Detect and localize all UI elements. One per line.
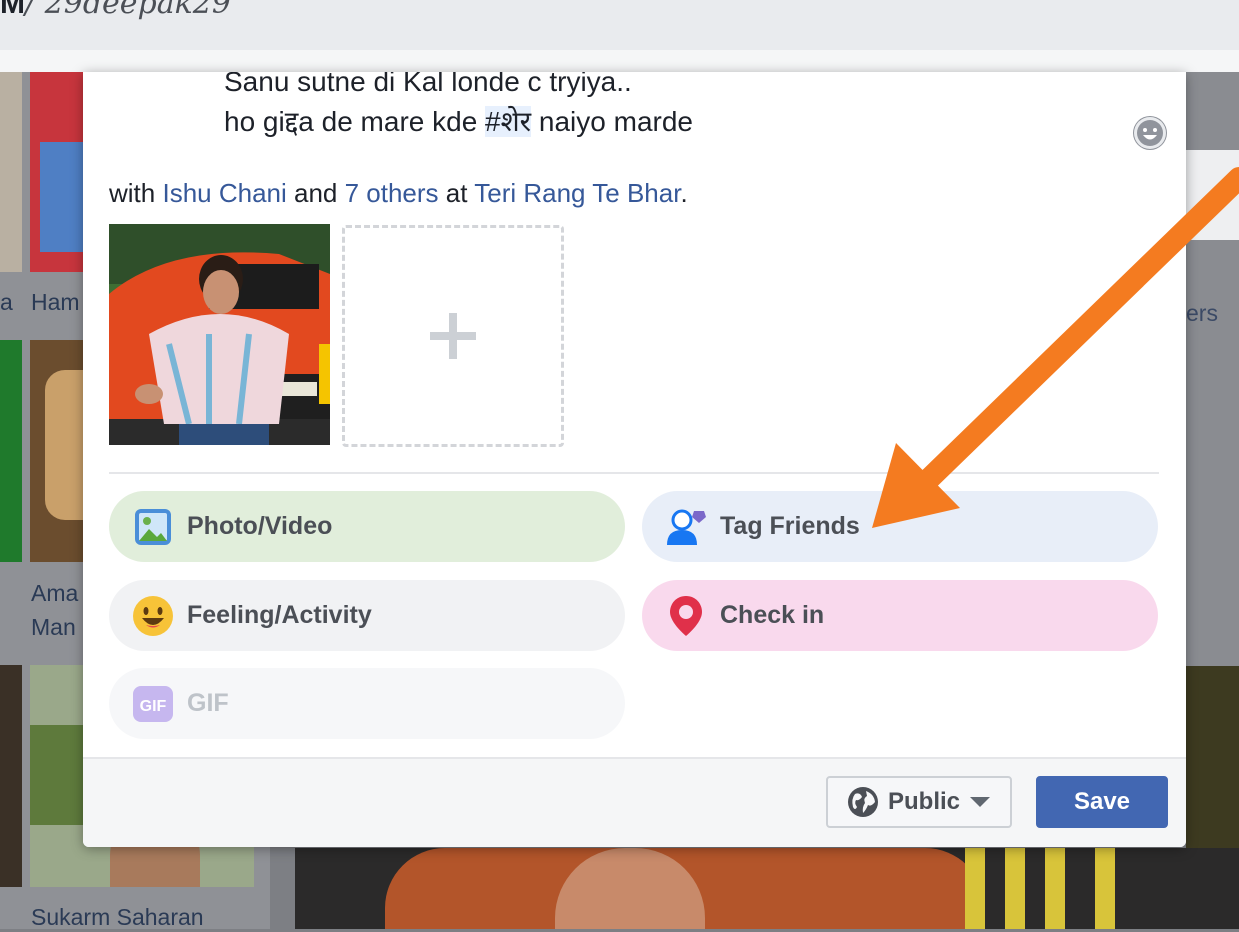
feeling-activity-label: Feeling/Activity — [187, 601, 372, 629]
post-line-1: Sanu sutne di Kal londe c tryiya.. — [224, 72, 632, 97]
friend-name[interactable]: Ama — [31, 578, 78, 608]
gif-label: GIF — [187, 689, 229, 717]
friend-name[interactable]: Man — [31, 612, 76, 642]
tagged-with-line: with Ishu Chani and 7 others at Teri Ran… — [109, 178, 688, 209]
tagged-friend-link[interactable]: Ishu Chani — [162, 178, 286, 208]
post-text-area[interactable]: Sanu sutne di Kal londe c tryiya.. ho gi… — [224, 72, 693, 142]
svg-text:GIF: GIF — [140, 698, 167, 715]
smiley-icon[interactable] — [1133, 116, 1167, 150]
privacy-selector[interactable]: Public — [826, 776, 1012, 828]
background-right-column: ers C — [1186, 72, 1239, 929]
tag-friends-button[interactable]: Tag Friends — [642, 491, 1158, 562]
friends-label: ers — [1186, 300, 1218, 326]
check-in-button[interactable]: Check in — [642, 580, 1158, 651]
end-punct: . — [680, 178, 688, 208]
friend-photo — [0, 665, 22, 887]
friend-photo — [30, 72, 85, 272]
location-pin-icon — [664, 594, 708, 638]
others-link[interactable]: 7 others — [345, 178, 439, 208]
top-bar-spacer — [0, 50, 1239, 72]
dialog-footer: Public Save — [83, 757, 1186, 847]
feeling-emoji-icon — [131, 594, 175, 638]
tag-friend-icon — [664, 505, 708, 549]
friend-name[interactable]: a — [0, 287, 13, 317]
at-label: at — [438, 178, 475, 208]
save-button[interactable]: Save — [1036, 776, 1168, 828]
divider — [109, 472, 1159, 474]
photo-icon — [131, 505, 175, 549]
profile-url: M/ 29deepak29 — [0, 0, 231, 21]
attached-photo[interactable] — [109, 224, 330, 445]
friend-name[interactable]: Ham — [31, 287, 80, 317]
friend-name[interactable]: Sukarm Saharan — [31, 902, 204, 932]
top-bar: M/ 29deepak29 — [0, 0, 1239, 50]
hashtag[interactable]: #शेर — [485, 106, 532, 137]
background-cover-photo — [295, 848, 1239, 929]
place-link[interactable]: Teri Rang Te Bhar — [474, 178, 680, 208]
feeling-activity-button[interactable]: Feeling/Activity — [109, 580, 625, 651]
friend-photo — [30, 340, 85, 562]
plus-icon — [430, 313, 476, 359]
globe-icon — [846, 785, 880, 819]
check-in-label: Check in — [720, 601, 825, 629]
photo-video-label: Photo/Video — [187, 512, 333, 540]
add-photo-button[interactable] — [342, 225, 564, 447]
with-label: with — [109, 178, 163, 208]
photo-video-button[interactable]: Photo/Video — [109, 491, 625, 562]
privacy-label: Public — [888, 788, 961, 815]
post-line-2-tail: naiyo marde — [531, 106, 693, 137]
gif-button[interactable]: GIF GIF — [109, 668, 625, 739]
edit-post-dialog: Sanu sutne di Kal londe c tryiya.. ho gi… — [83, 72, 1186, 847]
tag-friends-label: Tag Friends — [720, 512, 860, 540]
friend-photo — [0, 340, 22, 562]
gif-icon: GIF — [131, 682, 175, 726]
post-line-2: ho giद्दa de mare kde — [224, 106, 486, 137]
and-label: and — [286, 178, 345, 208]
friend-photo — [0, 72, 22, 272]
chevron-down-icon — [970, 797, 991, 807]
